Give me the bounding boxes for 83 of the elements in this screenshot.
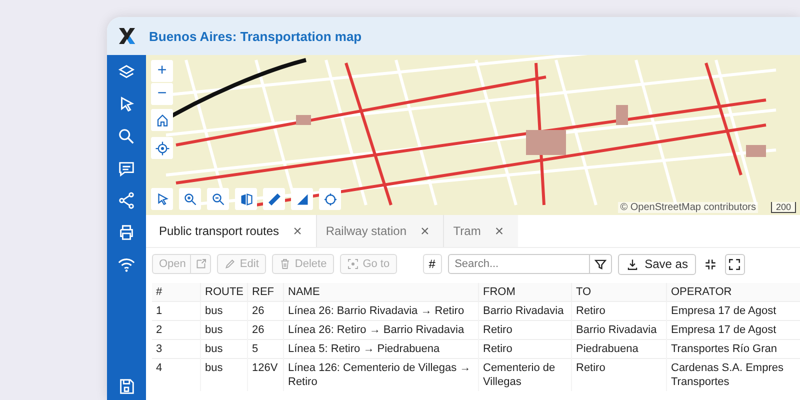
map-tool-button[interactable]	[291, 188, 313, 210]
table-cell: bus	[200, 358, 248, 391]
table-cell: bus	[200, 320, 248, 340]
zoom-button[interactable]: −	[151, 83, 173, 105]
zoom-out-icon	[210, 192, 226, 206]
fullscreen-button[interactable]	[724, 254, 745, 274]
map-tool-button[interactable]	[151, 109, 173, 131]
tab-label[interactable]: Public transport routes	[159, 224, 280, 238]
filter-icon	[594, 258, 607, 270]
tab[interactable]: Railway station ×	[316, 215, 444, 247]
target-icon	[346, 258, 359, 270]
close-icon[interactable]: ×	[494, 222, 504, 240]
map-tool-button[interactable]	[179, 188, 201, 210]
zoom-in-icon	[182, 192, 198, 206]
column-header[interactable]: ROUTE	[200, 283, 248, 302]
table-cell: 5	[248, 340, 284, 358]
column-header[interactable]: NAME	[284, 283, 478, 302]
close-icon[interactable]: ×	[293, 222, 302, 240]
table-cell: 4	[152, 358, 200, 391]
table-cell: Línea 26: Retiro → Barrio Rivadavia	[284, 320, 478, 340]
trash-icon	[278, 258, 291, 270]
table-cell: Transportes Río Gran	[666, 340, 800, 358]
table-cell: 3	[152, 340, 200, 358]
search-icon[interactable]	[117, 127, 136, 146]
table-cell: Línea 126: Cementerio de Villegas → Retiro	[284, 358, 478, 391]
filter-button[interactable]	[590, 254, 612, 274]
collapse-icon[interactable]	[704, 258, 717, 270]
table-cell: Piedrabuena	[572, 340, 666, 358]
close-icon[interactable]: ×	[420, 222, 430, 240]
home-icon	[154, 112, 170, 128]
search-field[interactable]: Search...	[448, 254, 590, 274]
table-cell: Línea 26: Barrio Rivadavia → Retiro	[284, 302, 478, 320]
external-link-icon	[194, 258, 207, 270]
table-cell: Barrio Rivadavia	[572, 320, 666, 340]
pencil-icon	[224, 258, 236, 270]
ruler-icon	[266, 192, 282, 206]
download-icon	[626, 258, 639, 270]
table-cell: Retiro	[572, 358, 666, 391]
table-cell: Empresa 17 de Agost	[666, 320, 800, 340]
tab[interactable]: Tram ×	[443, 215, 518, 247]
table-cell: Empresa 17 de Agost	[666, 302, 800, 320]
triangle-icon	[294, 192, 310, 206]
table-cell: 126V	[248, 358, 284, 391]
table-cell: 2	[152, 320, 200, 340]
tab-label[interactable]: Railway station	[326, 224, 407, 238]
table-cell: Retiro	[478, 320, 572, 340]
map-attribution: © OpenStreetMap contributors	[618, 202, 758, 213]
map-tool-button[interactable]	[207, 188, 229, 210]
map-tool-button[interactable]	[319, 188, 341, 210]
locate-icon	[154, 140, 170, 156]
table-cell: 26	[248, 302, 284, 320]
table-cell: 1	[152, 302, 200, 320]
map-tool-button[interactable]	[151, 188, 173, 210]
column-header[interactable]: TO	[572, 283, 666, 302]
table-cell: 26	[248, 320, 284, 340]
fullscreen-icon	[728, 258, 742, 270]
table-cell: bus	[200, 340, 248, 358]
column-header[interactable]: #	[152, 283, 200, 302]
share-icon[interactable]	[117, 191, 136, 210]
table-cell: Cementerio de Villegas	[478, 358, 572, 391]
comment-icon[interactable]	[117, 159, 136, 178]
crosshair-icon	[322, 192, 338, 206]
map-tool-button[interactable]	[151, 137, 173, 159]
column-header[interactable]: FROM	[478, 283, 572, 302]
table-cell: Cardenas S.A. Empres Transportes	[666, 358, 800, 391]
table-cell: Línea 5: Retiro → Piedrabuena	[284, 340, 478, 358]
column-header[interactable]: OPERATOR	[666, 283, 800, 302]
map-tool-button[interactable]	[235, 188, 257, 210]
scale-bar: 200	[770, 202, 796, 213]
zoom-button[interactable]: +	[151, 60, 173, 82]
compare-icon	[238, 192, 254, 206]
printer-icon[interactable]	[117, 223, 136, 242]
save-as-button[interactable]: Save as	[618, 254, 696, 274]
table-cell: Retiro	[572, 302, 666, 320]
table-cell: bus	[200, 302, 248, 320]
map-tool-button[interactable]	[263, 188, 285, 210]
table-cell: Retiro	[478, 340, 572, 358]
tab-label[interactable]: Tram	[453, 224, 481, 238]
count-button[interactable]: #	[422, 254, 442, 274]
x-logo-icon	[117, 26, 137, 46]
column-header[interactable]: REF	[248, 283, 284, 302]
table-cell: Barrio Rivadavia	[478, 302, 572, 320]
window-title: Buenos Aires: Transportation map	[149, 28, 362, 44]
